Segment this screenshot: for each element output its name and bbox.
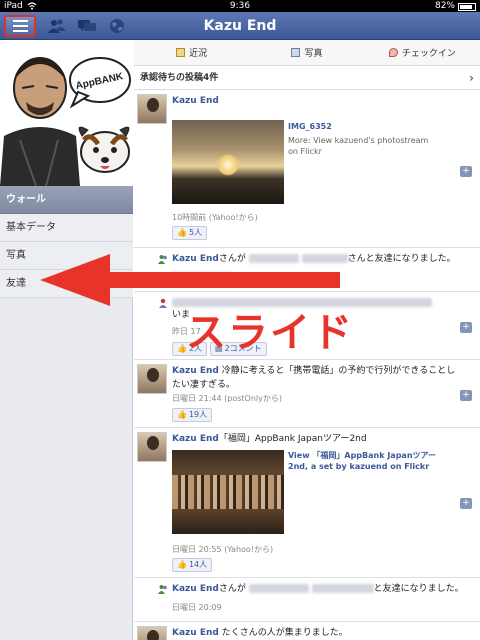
post-photo[interactable] [172, 120, 284, 204]
sidebar: AppBANK ウォール 基本データ 写真 友達 [0, 40, 133, 640]
sidebar-item-wall[interactable]: ウォール [0, 186, 133, 214]
post-time: 10時間前 (Yahoo!から) [172, 213, 258, 222]
post-text-end: と友達になりました。 [373, 584, 464, 594]
avatar[interactable] [137, 364, 167, 394]
post-author[interactable]: Kazu End [172, 628, 219, 638]
feed-post: Kazu End「福岡」AppBank Japanツアー2nd View 「福岡… [134, 428, 480, 578]
thumbs-up-icon: 👍 [177, 410, 187, 419]
comment-button[interactable]: + [460, 322, 472, 333]
redacted-name [311, 584, 374, 593]
avatar[interactable] [137, 94, 167, 124]
like-count: 5人 [188, 228, 203, 237]
comment-button[interactable]: + [460, 166, 472, 177]
tab-checkin-label: チェックイン [401, 49, 456, 59]
feed-post: Kazu End たくさんの人が集まりました。 [134, 622, 480, 640]
like-button[interactable]: 👍 5人 [172, 226, 208, 240]
link-description: More: View kazuend's photostream on Flic… [288, 136, 429, 156]
feed-post: Kazu End 冷静に考えると「携帯電話」の予約で行列ができることしたい凄すぎ… [134, 360, 480, 428]
tab-photo-label: 写真 [304, 49, 323, 59]
status-icon [176, 48, 186, 57]
like-count: 19人 [188, 410, 208, 419]
notifications-globe-icon[interactable] [108, 18, 126, 34]
top-nav-bar: Kazu End [0, 12, 480, 40]
post-time: 日曜日 21:44 (postOnlyから) [172, 394, 282, 403]
thumbs-up-icon: 👍 [177, 228, 187, 237]
menu-button[interactable] [4, 15, 36, 37]
avatar[interactable] [137, 626, 167, 640]
link-title[interactable]: View 「福岡」AppBank Japanツアー2nd, a set by k… [288, 450, 438, 472]
comment-button[interactable]: + [460, 498, 472, 509]
sidebar-item-basic-info[interactable]: 基本データ [0, 214, 133, 242]
status-bar: iPad 9:36 82% [0, 0, 480, 12]
checkin-icon [388, 48, 398, 57]
pending-posts-label: 承認待ちの投稿4件 [140, 73, 219, 83]
redacted-name [248, 584, 309, 593]
friends-icon [158, 585, 167, 594]
post-author[interactable]: Kazu End [172, 96, 219, 106]
post-text-start: さんが [218, 584, 246, 594]
photo-icon [291, 48, 301, 57]
friend-requests-icon[interactable] [48, 18, 66, 34]
post-text-end: さんと友達になりました。 [347, 254, 456, 264]
like-button[interactable]: 👍 14人 [172, 558, 213, 572]
profile-picture[interactable]: AppBANK [0, 40, 133, 186]
tab-status[interactable]: 近況 [134, 40, 249, 65]
post-author[interactable]: Kazu End [172, 434, 219, 444]
feed-post: Kazu End IMG_6352 More: View kazuend's p… [134, 90, 480, 248]
tab-status-label: 近況 [189, 49, 208, 59]
pending-posts-row[interactable]: 承認待ちの投稿4件 › [134, 66, 480, 90]
like-button[interactable]: 👍 19人 [172, 408, 213, 422]
feed-post: Kazu Endさんが と友達になりました。 日曜日 20:09 [134, 578, 480, 622]
composer-tabs: 近況 写真 チェックイン [134, 40, 480, 66]
post-text: たくさんの人が集まりました。 [221, 628, 348, 638]
post-author[interactable]: Kazu End [172, 366, 219, 376]
profile-illustration: AppBANK [0, 40, 133, 186]
chevron-right-icon: › [469, 71, 474, 85]
menu-icon [12, 20, 28, 32]
status-time: 9:36 [229, 1, 251, 11]
like-count: 14人 [188, 560, 208, 569]
comment-button[interactable]: + [460, 390, 472, 401]
post-photo[interactable] [172, 450, 284, 534]
slide-annotation-label: スライド [186, 310, 354, 356]
tab-photo[interactable]: 写真 [249, 40, 364, 65]
messages-icon[interactable] [78, 18, 96, 34]
post-text: 「福岡」AppBank Japanツアー2nd [218, 434, 367, 444]
battery-percent: 82% [434, 1, 455, 11]
tab-checkin[interactable]: チェックイン [365, 40, 480, 65]
post-author[interactable]: Kazu End [172, 584, 219, 594]
link-title[interactable]: IMG_6352 [288, 122, 438, 131]
thumbs-up-icon: 👍 [177, 560, 187, 569]
post-time: 日曜日 20:55 (Yahoo!から) [172, 545, 274, 554]
page-title: Kazu End [203, 18, 277, 34]
avatar[interactable] [137, 432, 167, 462]
post-time: 日曜日 20:09 [172, 603, 222, 612]
battery-icon [458, 3, 476, 11]
